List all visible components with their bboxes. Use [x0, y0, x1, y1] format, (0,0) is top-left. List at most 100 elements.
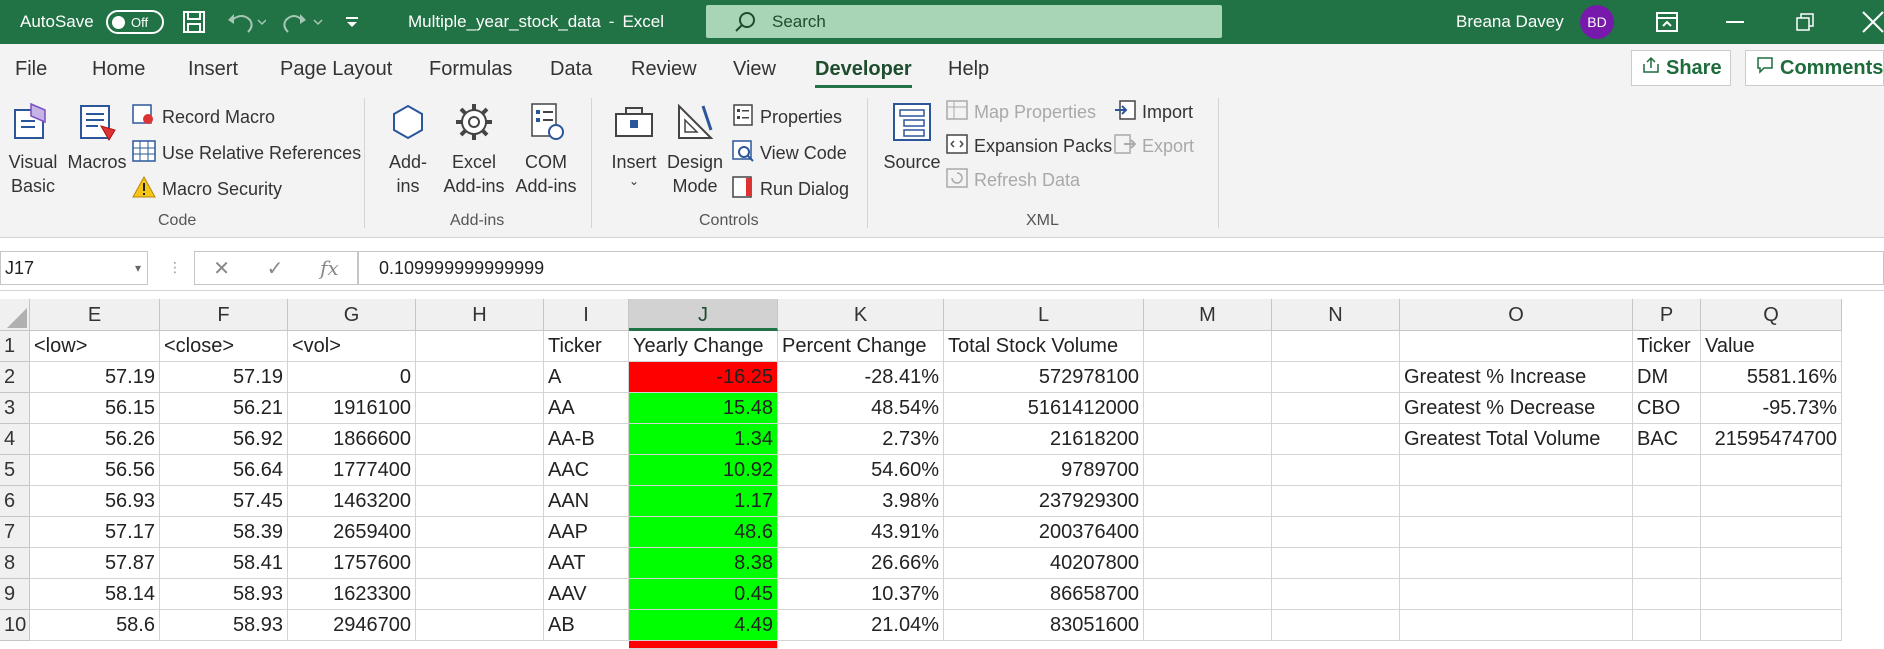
macros-button[interactable]: Macros [66, 100, 128, 174]
cell-q3[interactable]: -95.73% [1701, 393, 1842, 424]
cell-o6[interactable] [1400, 486, 1633, 517]
cell-o5[interactable] [1400, 455, 1633, 486]
column-header-q[interactable]: Q [1701, 299, 1842, 331]
select-all-corner[interactable] [0, 299, 30, 331]
cell-q10[interactable] [1701, 610, 1842, 641]
cancel-icon[interactable]: ✕ [213, 256, 230, 281]
cell-q1[interactable]: Value [1701, 331, 1842, 362]
visual-basic-button[interactable]: Visual Basic [6, 100, 60, 198]
column-header-e[interactable]: E [30, 299, 160, 331]
cell-n4[interactable] [1272, 424, 1400, 455]
cell-q4[interactable]: 21595474700 [1701, 424, 1842, 455]
cell-k9[interactable]: 10.37% [778, 579, 944, 610]
cell-e3[interactable]: 56.15 [30, 393, 160, 424]
cell-l10[interactable]: 83051600 [944, 610, 1144, 641]
cell-k2[interactable]: -28.41% [778, 362, 944, 393]
cell-k4[interactable]: 2.73% [778, 424, 944, 455]
cell-n8[interactable] [1272, 548, 1400, 579]
cell-g7[interactable]: 2659400 [288, 517, 416, 548]
cell-f5[interactable]: 56.64 [160, 455, 288, 486]
comments-button[interactable]: Comments [1745, 50, 1884, 86]
cell-n6[interactable] [1272, 486, 1400, 517]
cell-e2[interactable]: 57.19 [30, 362, 160, 393]
export-button[interactable]: Export [1114, 134, 1194, 159]
import-button[interactable]: Import [1114, 100, 1193, 125]
column-header-l[interactable]: L [944, 299, 1144, 331]
row-header-7[interactable]: 7 [0, 517, 30, 548]
cell-f6[interactable]: 57.45 [160, 486, 288, 517]
tab-formulas[interactable]: Formulas [429, 58, 512, 81]
cell-j10[interactable]: 4.49 [629, 610, 778, 641]
cell-m9[interactable] [1144, 579, 1272, 610]
column-header-p[interactable]: P [1633, 299, 1701, 331]
cell-e10[interactable]: 58.6 [30, 610, 160, 641]
cell-g1[interactable]: <vol> [288, 331, 416, 362]
cell-f4[interactable]: 56.92 [160, 424, 288, 455]
cell-e8[interactable]: 57.87 [30, 548, 160, 579]
share-button[interactable]: Share [1631, 50, 1731, 86]
column-header-m[interactable]: M [1144, 299, 1272, 331]
cell-f7[interactable]: 58.39 [160, 517, 288, 548]
cell-k3[interactable]: 48.54% [778, 393, 944, 424]
tab-help[interactable]: Help [948, 58, 989, 81]
column-header-f[interactable]: F [160, 299, 288, 331]
close-icon[interactable] [1862, 0, 1884, 44]
cell-g4[interactable]: 1866600 [288, 424, 416, 455]
row-header-1[interactable]: 1 [0, 331, 30, 362]
cell-g10[interactable]: 2946700 [288, 610, 416, 641]
cell-h7[interactable] [416, 517, 544, 548]
cell-o7[interactable] [1400, 517, 1633, 548]
excel-addins-button[interactable]: Excel Add-ins [436, 100, 512, 198]
cell-q9[interactable] [1701, 579, 1842, 610]
cell-o4[interactable]: Greatest Total Volume [1400, 424, 1633, 455]
com-addins-button[interactable]: COM Add-ins [508, 100, 584, 198]
cell-m7[interactable] [1144, 517, 1272, 548]
cell-l8[interactable]: 40207800 [944, 548, 1144, 579]
restore-icon[interactable] [1796, 0, 1814, 44]
cell-h1[interactable] [416, 331, 544, 362]
minimize-icon[interactable] [1726, 0, 1744, 44]
run-dialog-button[interactable]: Run Dialog [732, 176, 849, 203]
cell-m5[interactable] [1144, 455, 1272, 486]
cell-h10[interactable] [416, 610, 544, 641]
macro-security-button[interactable]: Macro Security [132, 175, 282, 203]
cell-l3[interactable]: 5161412000 [944, 393, 1144, 424]
cell-i9[interactable]: AAV [544, 579, 629, 610]
cell-l4[interactable]: 21618200 [944, 424, 1144, 455]
cell-i4[interactable]: AA-B [544, 424, 629, 455]
formula-input[interactable]: 0.109999999999999 [358, 251, 1884, 285]
cell-i6[interactable]: AAN [544, 486, 629, 517]
cell-k1[interactable]: Percent Change [778, 331, 944, 362]
cell-k6[interactable]: 3.98% [778, 486, 944, 517]
cell-f8[interactable]: 58.41 [160, 548, 288, 579]
cell-p5[interactable] [1633, 455, 1701, 486]
cell-h9[interactable] [416, 579, 544, 610]
avatar[interactable]: BD [1580, 5, 1614, 39]
cell-m4[interactable] [1144, 424, 1272, 455]
cell-o8[interactable] [1400, 548, 1633, 579]
cell-q2[interactable]: 5581.16% [1701, 362, 1842, 393]
cell-j8[interactable]: 8.38 [629, 548, 778, 579]
cell-i7[interactable]: AAP [544, 517, 629, 548]
cell-h5[interactable] [416, 455, 544, 486]
cell-m6[interactable] [1144, 486, 1272, 517]
name-box[interactable]: J17 ▾ [0, 251, 148, 285]
cell-j4[interactable]: 1.34 [629, 424, 778, 455]
cell-l7[interactable]: 200376400 [944, 517, 1144, 548]
insert-control-button[interactable]: Insert ⌄ [608, 100, 660, 188]
column-header-j[interactable]: J [629, 299, 778, 331]
cell-g2[interactable]: 0 [288, 362, 416, 393]
cell-l5[interactable]: 9789700 [944, 455, 1144, 486]
cell-f10[interactable]: 58.93 [160, 610, 288, 641]
ribbon-display-icon[interactable] [1656, 0, 1678, 44]
tab-page-layout[interactable]: Page Layout [280, 58, 392, 81]
cell-h6[interactable] [416, 486, 544, 517]
cell-h8[interactable] [416, 548, 544, 579]
cell-g8[interactable]: 1757600 [288, 548, 416, 579]
cell-o10[interactable] [1400, 610, 1633, 641]
cell-o2[interactable]: Greatest % Increase [1400, 362, 1633, 393]
cell-p6[interactable] [1633, 486, 1701, 517]
cell-m2[interactable] [1144, 362, 1272, 393]
tab-insert[interactable]: Insert [188, 58, 238, 81]
cell-i2[interactable]: A [544, 362, 629, 393]
